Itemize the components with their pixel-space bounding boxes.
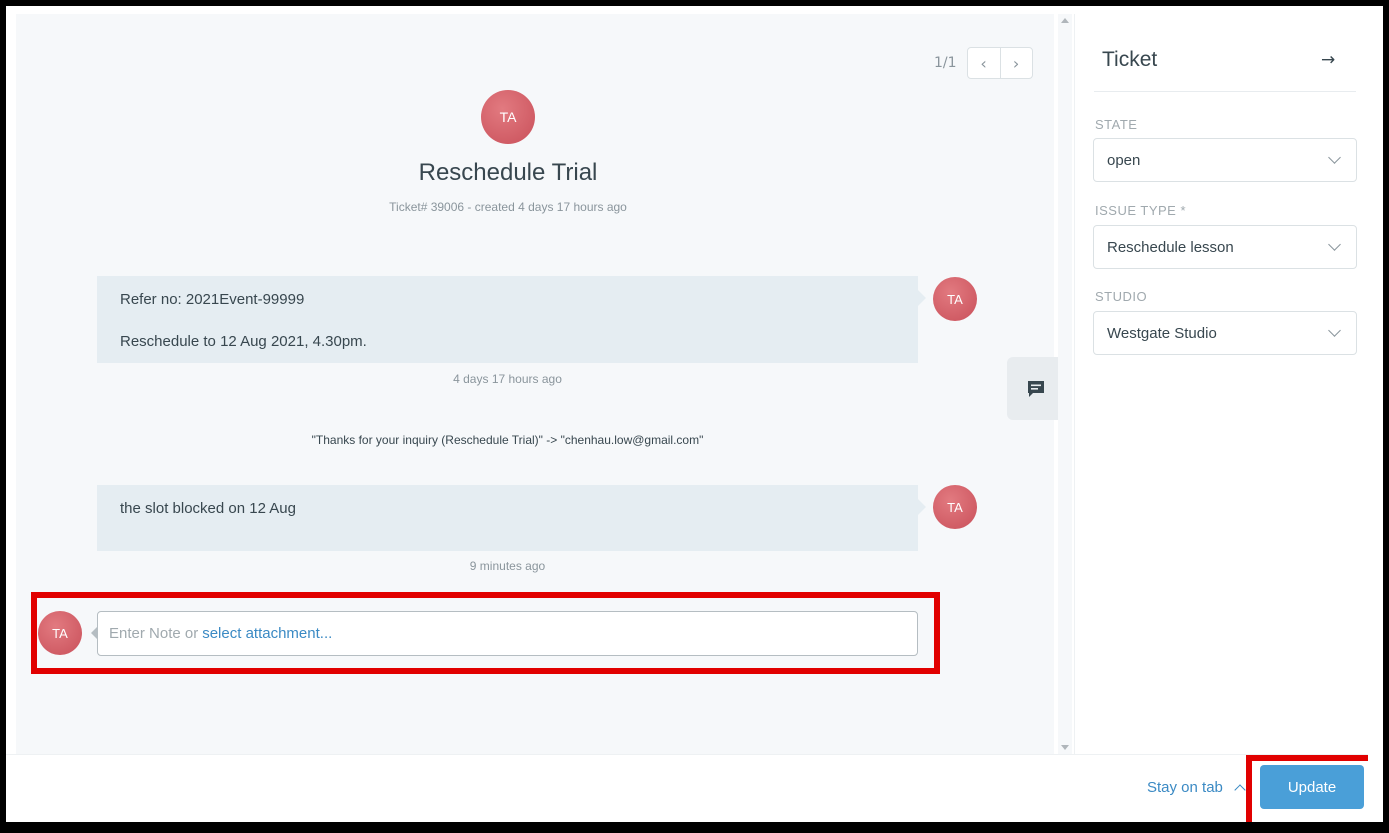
studio-select[interactable]: Westgate Studio <box>1093 311 1357 355</box>
scroll-up-icon[interactable] <box>1061 18 1069 23</box>
pager-buttons: ‹ › <box>966 47 1033 79</box>
sidebar-divider <box>1094 91 1356 92</box>
issue-type-value: Reschedule lesson <box>1107 238 1234 256</box>
ticket-conversation[interactable]: 1/1 ‹ › TA Reschedule Trial Ticket# 3900… <box>16 14 1065 754</box>
chevron-up-icon <box>1234 783 1246 796</box>
action-bar: Stay on tab Update <box>6 754 1368 822</box>
article-avatar[interactable]: TA <box>933 485 977 529</box>
issue-type-select[interactable]: Reschedule lesson <box>1093 225 1357 269</box>
note-placeholder: Enter Note or <box>109 625 199 642</box>
system-notification: "Thanks for your inquiry (Reschedule Tri… <box>311 433 704 447</box>
article-line: Reschedule to 12 Aug 2021, 4.30pm. <box>120 333 367 350</box>
article-timestamp: 4 days 17 hours ago <box>453 372 562 386</box>
article-line: the slot blocked on 12 Aug <box>120 500 296 517</box>
chevron-down-icon <box>1328 238 1341 251</box>
article-timestamp: 9 minutes ago <box>469 559 546 573</box>
article-bubble: the slot blocked on 12 Aug <box>97 485 926 551</box>
chevron-down-icon <box>1328 151 1341 164</box>
state-select[interactable]: open <box>1093 138 1357 182</box>
ticket-sidebar: Ticket → STATE open ISSUE TYPE * Resched… <box>1074 14 1368 754</box>
state-label: STATE <box>1095 117 1138 132</box>
article-avatar[interactable]: TA <box>933 277 977 321</box>
stay-on-tab-label: Stay on tab <box>1147 779 1223 796</box>
scroll-down-icon[interactable] <box>1061 745 1069 750</box>
update-button[interactable]: Update <box>1260 765 1364 809</box>
article-bubble: Refer no: 2021Event-99999 Reschedule to … <box>97 276 926 363</box>
sidebar-title: Ticket <box>1102 48 1158 71</box>
arrow-right-icon[interactable]: → <box>1321 50 1335 70</box>
ticket-pager: 1/1 ‹ › <box>934 47 1033 79</box>
app-window: 1/1 ‹ › TA Reschedule Trial Ticket# 3900… <box>6 6 1368 822</box>
agent-avatar: TA <box>38 611 82 655</box>
studio-value: Westgate Studio <box>1107 324 1217 342</box>
article-line: Refer no: 2021Event-99999 <box>120 291 305 308</box>
chevron-left-icon[interactable]: ‹ <box>968 48 1000 78</box>
studio-label: STUDIO <box>1095 289 1148 304</box>
ticket-title[interactable]: Reschedule Trial <box>16 159 1000 187</box>
issue-type-label: ISSUE TYPE * <box>1095 203 1187 218</box>
chevron-down-icon <box>1328 324 1341 337</box>
customer-avatar[interactable]: TA <box>481 90 535 144</box>
pager-count: 1/1 <box>934 55 957 71</box>
state-value: open <box>1107 151 1141 169</box>
main-scrollbar[interactable] <box>1058 14 1072 754</box>
comment-icon <box>1028 380 1044 397</box>
stay-on-tab-toggle[interactable]: Stay on tab <box>1147 779 1246 796</box>
ticket-meta: Ticket# 39006 - created 4 days 17 hours … <box>389 200 627 214</box>
comment-toggle-button[interactable] <box>1007 357 1065 420</box>
chevron-right-icon[interactable]: › <box>999 48 1032 78</box>
select-attachment-link[interactable]: select attachment... <box>202 625 332 642</box>
note-input[interactable]: Enter Note or select attachment... <box>91 611 918 656</box>
